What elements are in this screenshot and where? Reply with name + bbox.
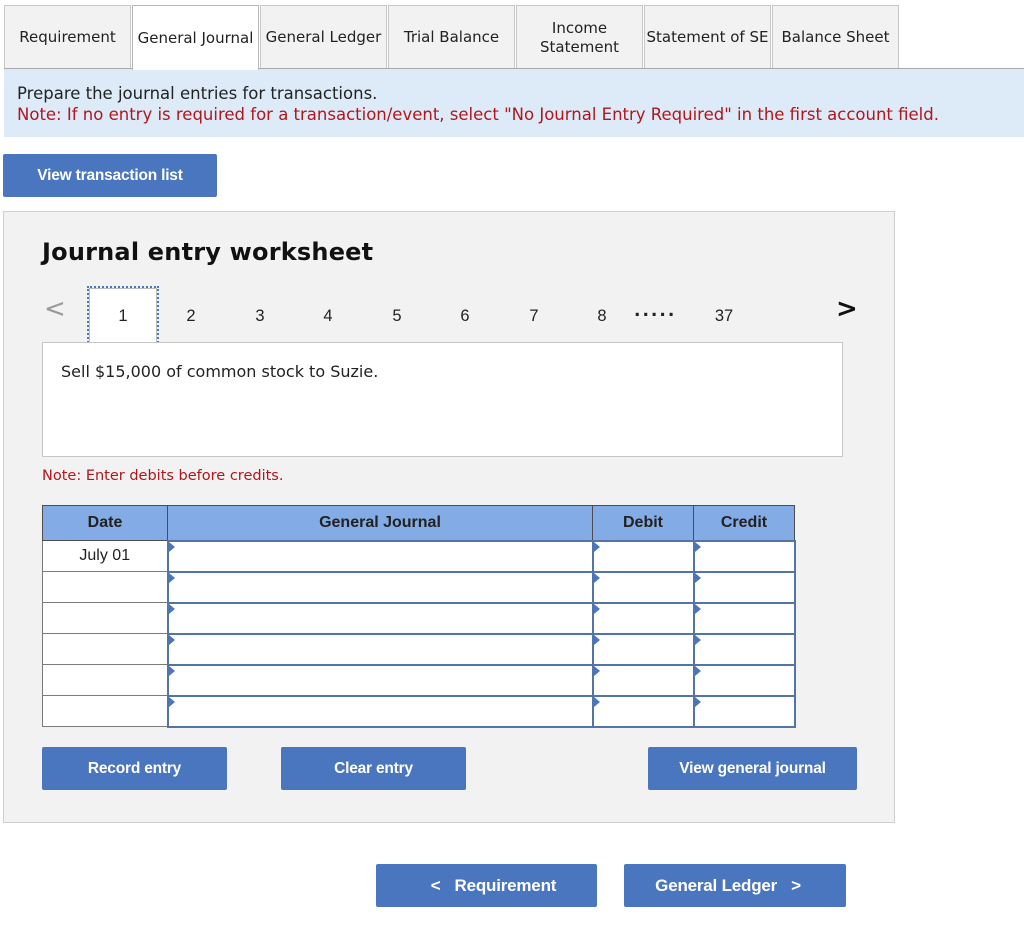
instructions-note: Note: If no entry is required for a tran… [17, 105, 939, 124]
clear-entry-button[interactable]: Clear entry [281, 747, 466, 790]
tab-income-statement[interactable]: Income Statement [516, 5, 643, 69]
chevron-right-icon: > [791, 875, 801, 895]
debits-note: Note: Enter debits before credits. [42, 468, 284, 484]
tab-bar: Requirement General Journal General Ledg… [4, 5, 900, 70]
account-field[interactable] [166, 632, 594, 666]
debit-input[interactable] [593, 573, 693, 601]
chevron-left-icon: < [430, 875, 441, 895]
journal-table: Date General Journal Debit Credit July 0… [42, 505, 796, 728]
date-cell: July 01 [42, 540, 168, 572]
next-general-ledger-button[interactable]: General Ledger > [624, 864, 846, 907]
transaction-pager: < 1 2 3 4 5 6 7 8 ..... 37 > [4, 286, 894, 346]
instructions-panel: Prepare the journal entries for transact… [4, 69, 1024, 137]
debit-field[interactable] [591, 539, 695, 573]
worksheet-title: Journal entry worksheet [42, 238, 374, 266]
next-button-label: General Ledger [655, 875, 778, 895]
credit-input[interactable] [694, 666, 794, 694]
page-1[interactable]: 1 [87, 286, 159, 346]
record-entry-button[interactable]: Record entry [42, 747, 227, 790]
page-5[interactable]: 5 [363, 288, 431, 344]
chevron-left-icon[interactable]: < [44, 294, 66, 324]
table-row [42, 601, 796, 635]
transaction-description: Sell $15,000 of common stock to Suzie. [42, 342, 843, 457]
debit-field[interactable] [591, 694, 695, 728]
credit-field[interactable] [692, 632, 796, 666]
date-cell [42, 602, 168, 634]
credit-field[interactable] [692, 663, 796, 697]
tab-general-ledger[interactable]: General Ledger [260, 5, 387, 69]
debit-input[interactable] [593, 604, 693, 632]
page-37[interactable]: 37 [690, 288, 758, 344]
tab-requirement[interactable]: Requirement [4, 5, 131, 69]
account-field[interactable] [166, 663, 594, 697]
debit-field[interactable] [591, 632, 695, 666]
table-row [42, 694, 796, 728]
credit-input[interactable] [694, 604, 794, 632]
journal-entry-worksheet: Journal entry worksheet < 1 2 3 4 5 6 7 … [3, 211, 895, 823]
prev-button-label: Requirement [454, 875, 557, 895]
tab-balance-sheet[interactable]: Balance Sheet [772, 5, 899, 69]
account-input[interactable] [168, 666, 592, 694]
account-field[interactable] [166, 601, 594, 635]
date-cell [42, 571, 168, 603]
account-field[interactable] [166, 570, 594, 604]
page-7[interactable]: 7 [500, 288, 568, 344]
page-6[interactable]: 6 [431, 288, 499, 344]
header-general-journal: General Journal [167, 505, 593, 541]
table-header-row: Date General Journal Debit Credit [42, 505, 795, 541]
date-cell [42, 695, 168, 727]
header-credit: Credit [693, 505, 795, 541]
page-3[interactable]: 3 [226, 288, 294, 344]
account-input[interactable] [168, 635, 592, 663]
credit-input[interactable] [694, 697, 794, 725]
account-input[interactable] [168, 542, 592, 570]
chevron-right-icon[interactable]: > [836, 294, 858, 324]
pager-ellipsis: ..... [634, 301, 677, 321]
table-row [42, 663, 796, 697]
tab-general-journal[interactable]: General Journal [132, 5, 259, 70]
debit-input[interactable] [593, 697, 693, 725]
credit-input[interactable] [694, 635, 794, 663]
date-cell [42, 633, 168, 665]
view-transaction-list-button[interactable]: View transaction list [3, 154, 217, 197]
account-field[interactable] [166, 539, 594, 573]
credit-field[interactable] [692, 539, 796, 573]
credit-input[interactable] [694, 573, 794, 601]
credit-field[interactable] [692, 601, 796, 635]
debit-field[interactable] [591, 663, 695, 697]
account-input[interactable] [168, 604, 592, 632]
credit-field[interactable] [692, 570, 796, 604]
view-general-journal-button[interactable]: View general journal [648, 747, 857, 790]
account-field[interactable] [166, 694, 594, 728]
account-input[interactable] [168, 697, 592, 725]
debit-input[interactable] [593, 666, 693, 694]
table-row: July 01 [42, 539, 796, 573]
tab-trial-balance[interactable]: Trial Balance [388, 5, 515, 69]
table-row [42, 570, 796, 604]
page-2[interactable]: 2 [157, 288, 225, 344]
debit-field[interactable] [591, 601, 695, 635]
header-debit: Debit [592, 505, 694, 541]
tab-statement-of-se[interactable]: Statement of SE [644, 5, 771, 69]
credit-input[interactable] [694, 542, 794, 570]
instructions-text: Prepare the journal entries for transact… [17, 84, 378, 103]
header-date: Date [42, 505, 168, 541]
table-row [42, 632, 796, 666]
page-4[interactable]: 4 [294, 288, 362, 344]
debit-input[interactable] [593, 635, 693, 663]
prev-requirement-button[interactable]: < Requirement [376, 864, 597, 907]
credit-field[interactable] [692, 694, 796, 728]
debit-field[interactable] [591, 570, 695, 604]
debit-input[interactable] [593, 542, 693, 570]
account-input[interactable] [168, 573, 592, 601]
date-cell [42, 664, 168, 696]
page-8[interactable]: 8 [568, 288, 636, 344]
